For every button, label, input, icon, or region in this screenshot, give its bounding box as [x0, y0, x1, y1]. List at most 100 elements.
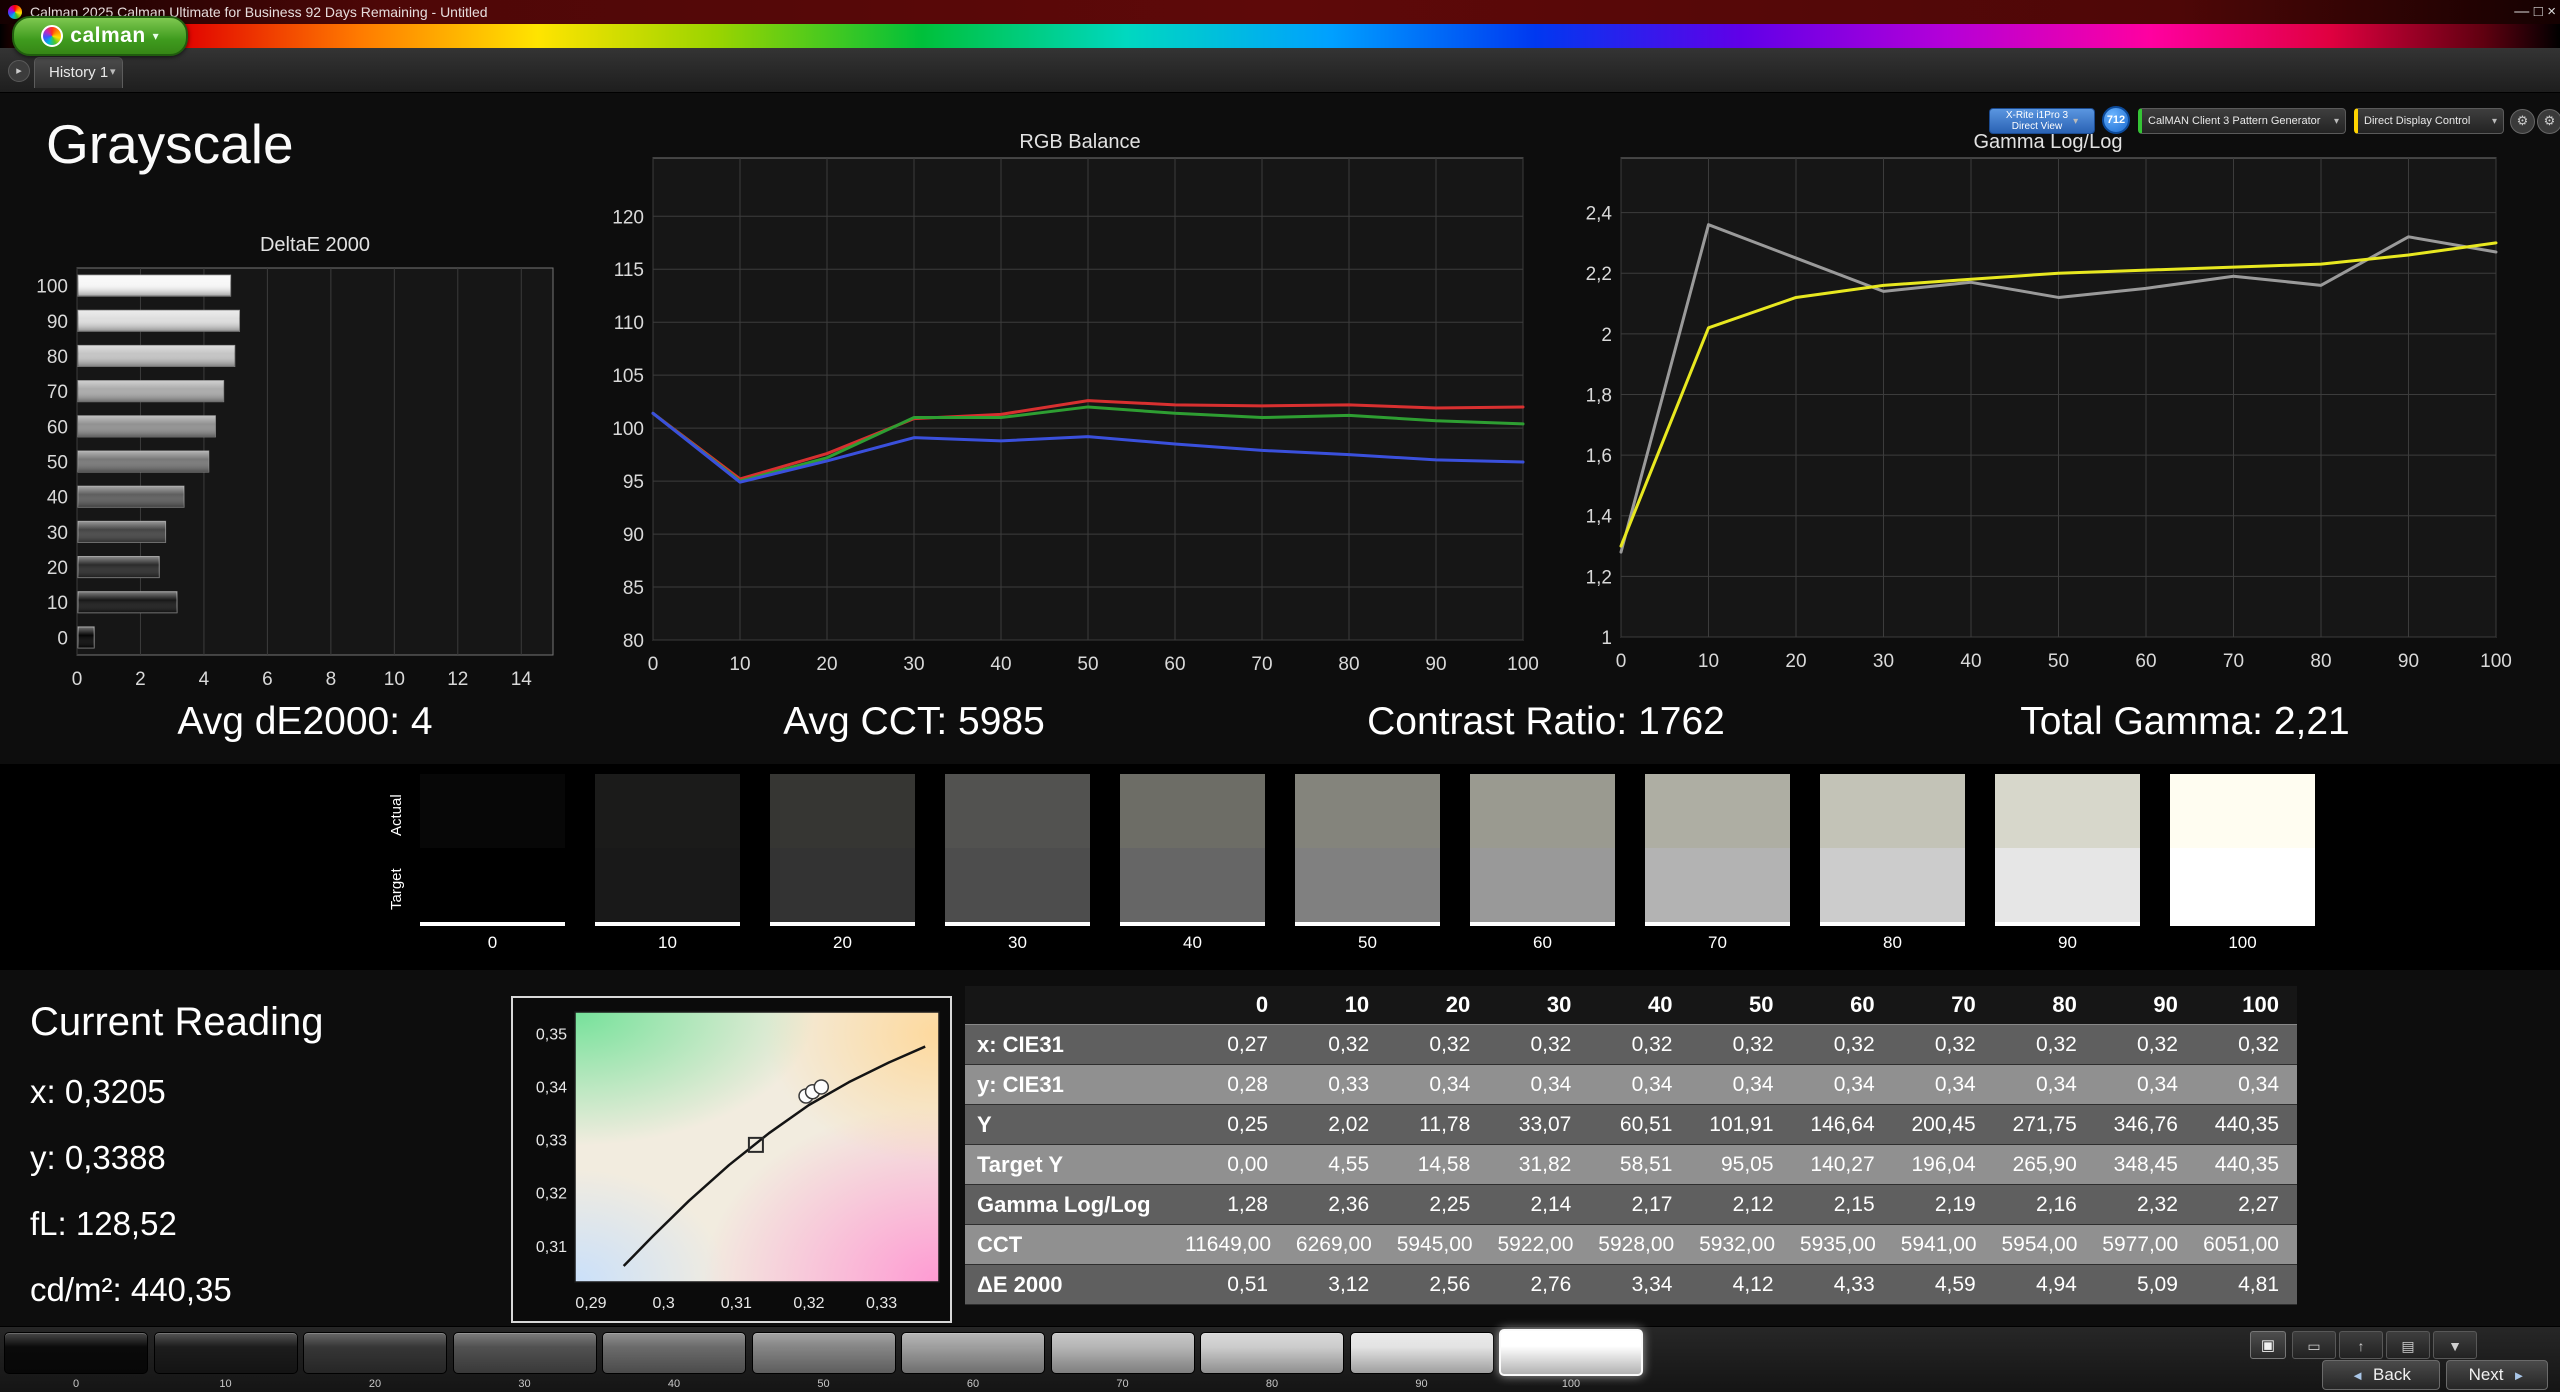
table-cell: 0,32	[2238, 1032, 2279, 1056]
table-cell: 2,02	[1328, 1112, 1370, 1136]
swatch-actual-color	[1995, 774, 2140, 848]
grayscale-swatch: 0	[420, 774, 565, 953]
svg-text:30: 30	[1873, 651, 1894, 672]
title-bar: Calman 2025 Calman Ultimate for Business…	[0, 0, 2560, 24]
table-cell: 0,34	[1429, 1072, 1471, 1096]
table-cell: 2,16	[2035, 1192, 2077, 1216]
history-tab-chevron-icon[interactable]: ▾	[110, 65, 116, 78]
back-button[interactable]: ◄ Back	[2322, 1360, 2440, 1390]
pattern-level-button[interactable]	[751, 1332, 896, 1374]
table-cell: 3,12	[1328, 1272, 1370, 1296]
minimize-button[interactable]: —	[2514, 3, 2529, 20]
table-cell: 5945,00	[1396, 1232, 1473, 1256]
pattern-window-icon[interactable]: ▣	[2250, 1331, 2286, 1359]
svg-text:1,8: 1,8	[1586, 385, 1612, 406]
svg-text:1: 1	[1601, 628, 1612, 649]
chevron-down-icon: ▾	[152, 29, 159, 43]
swatch-actual-color	[595, 774, 740, 848]
svg-text:0: 0	[72, 669, 83, 690]
swatch-target-color	[1645, 848, 1790, 922]
svg-text:1,4: 1,4	[1586, 507, 1613, 528]
table-cell: 140,27	[1810, 1152, 1875, 1176]
table-cell: 440,35	[2214, 1152, 2279, 1176]
table-cell: 5941,00	[1900, 1232, 1977, 1256]
svg-text:60: 60	[2135, 651, 2156, 672]
table-header-cell: 10	[1344, 992, 1370, 1017]
maximize-button[interactable]: □	[2534, 3, 2543, 20]
pattern-generator-button[interactable]: CalMAN Client 3 Pattern Generator ▾	[2138, 108, 2346, 134]
arrow-up-icon[interactable]: ↑	[2339, 1331, 2383, 1359]
pattern-level-button[interactable]	[452, 1332, 597, 1374]
table-cell: 0,32	[1530, 1032, 1572, 1056]
svg-text:100: 100	[612, 419, 644, 440]
table-cell: 0,32	[1732, 1032, 1774, 1056]
table-cell: 271,75	[2012, 1112, 2077, 1136]
svg-text:10: 10	[47, 593, 68, 614]
svg-text:115: 115	[614, 260, 644, 281]
stat-total-gamma: Total Gamma: 2,21	[2020, 700, 2350, 743]
grayscale-swatch: 10	[595, 774, 740, 953]
svg-text:20: 20	[816, 654, 837, 675]
display-control-label: Direct Display Control	[2364, 115, 2471, 127]
swatch-level-label: 100	[2228, 933, 2257, 952]
pattern-level-button[interactable]	[4, 1332, 148, 1374]
pattern-level-button[interactable]	[153, 1332, 298, 1374]
table-cell: 0,00	[1227, 1152, 1269, 1176]
table-cell: 4,94	[2035, 1272, 2077, 1296]
table-cell: 5954,00	[2001, 1232, 2078, 1256]
calman-logo-button[interactable]: calman ▾	[12, 16, 188, 56]
swatch-target-color	[1295, 848, 1440, 922]
swatch-actual-color	[1820, 774, 1965, 848]
swatch-list: 0 10 20 30 40 50 60 70 80 90 100	[420, 774, 2315, 953]
settings-gear-icon[interactable]: ⚙	[2510, 109, 2535, 134]
table-cell: 346,76	[2113, 1112, 2178, 1136]
table-row-label: y: CIE31	[977, 1071, 1064, 1097]
pattern-level-button[interactable]	[602, 1332, 746, 1374]
pattern-level-button[interactable]	[303, 1332, 447, 1374]
next-arrow-icon: ►	[2512, 1367, 2526, 1383]
display-control-button[interactable]: Direct Display Control ▾	[2354, 108, 2504, 134]
current-reading-panel: Current Reading x: 0,3205 y: 0,3388 fL: …	[30, 1000, 324, 1309]
svg-text:0: 0	[648, 654, 659, 675]
deltae-chart: DeltaE 2000 0 2 4 6 8 10 12 14 100 90 80 70 60 50 40 30…	[20, 228, 565, 698]
swatch-level-label: 80	[1883, 933, 1902, 952]
svg-text:100: 100	[2480, 651, 2512, 672]
svg-text:2: 2	[1601, 325, 1612, 346]
pattern-level-button[interactable]	[1499, 1329, 1643, 1376]
swatch-actual-color	[2170, 774, 2315, 848]
close-button[interactable]: ×	[2547, 3, 2556, 20]
pattern-level-button[interactable]	[1349, 1332, 1494, 1374]
svg-text:80: 80	[47, 347, 68, 368]
pattern-level-button[interactable]	[901, 1332, 1045, 1374]
pattern-level-button[interactable]	[1200, 1332, 1344, 1374]
swatch-actual-color	[420, 774, 565, 848]
svg-text:85: 85	[623, 578, 644, 599]
table-cell: 2,19	[1934, 1192, 1976, 1216]
meter-select-button[interactable]: X-Rite i1Pro 3 Direct View ▾	[1989, 108, 2095, 134]
svg-text:70: 70	[1251, 654, 1272, 675]
app-options-gear-icon[interactable]: ⚙	[2537, 109, 2560, 134]
gamma-chart: Gamma Log/Log 1 1,2 1,4 1,6 1,8 2 2,2 2,4 0 10 20 3…	[1568, 125, 2528, 695]
table-cell: 31,82	[1518, 1152, 1572, 1176]
table-cell: 4,12	[1732, 1272, 1774, 1296]
pattern-level-button[interactable]	[1050, 1332, 1195, 1374]
swatch-target-color	[595, 848, 740, 922]
monitor-icon[interactable]: ▭	[2292, 1331, 2336, 1359]
history-panel-toggle[interactable]: ▸	[8, 60, 30, 82]
table-cell: 146,64	[1810, 1112, 1875, 1136]
svg-text:14: 14	[511, 669, 533, 690]
swatch-actual-color	[1470, 774, 1615, 848]
swatch-target-color	[770, 848, 915, 922]
table-cell: 0,32	[1429, 1032, 1471, 1056]
table-header-cell: 100	[2242, 992, 2279, 1017]
table-row-label: Y	[977, 1111, 992, 1137]
export-icon[interactable]: ▼	[2433, 1331, 2477, 1359]
pattern-level-label: 10	[219, 1378, 232, 1390]
next-button[interactable]: Next ►	[2446, 1360, 2548, 1390]
svg-text:95: 95	[623, 472, 644, 493]
table-cell: 0,34	[2137, 1072, 2178, 1096]
back-label: Back	[2373, 1365, 2411, 1384]
printer-icon[interactable]: ▤	[2386, 1331, 2430, 1359]
pattern-level-label: 80	[1265, 1378, 1279, 1390]
swatch-target-color	[1120, 848, 1265, 922]
